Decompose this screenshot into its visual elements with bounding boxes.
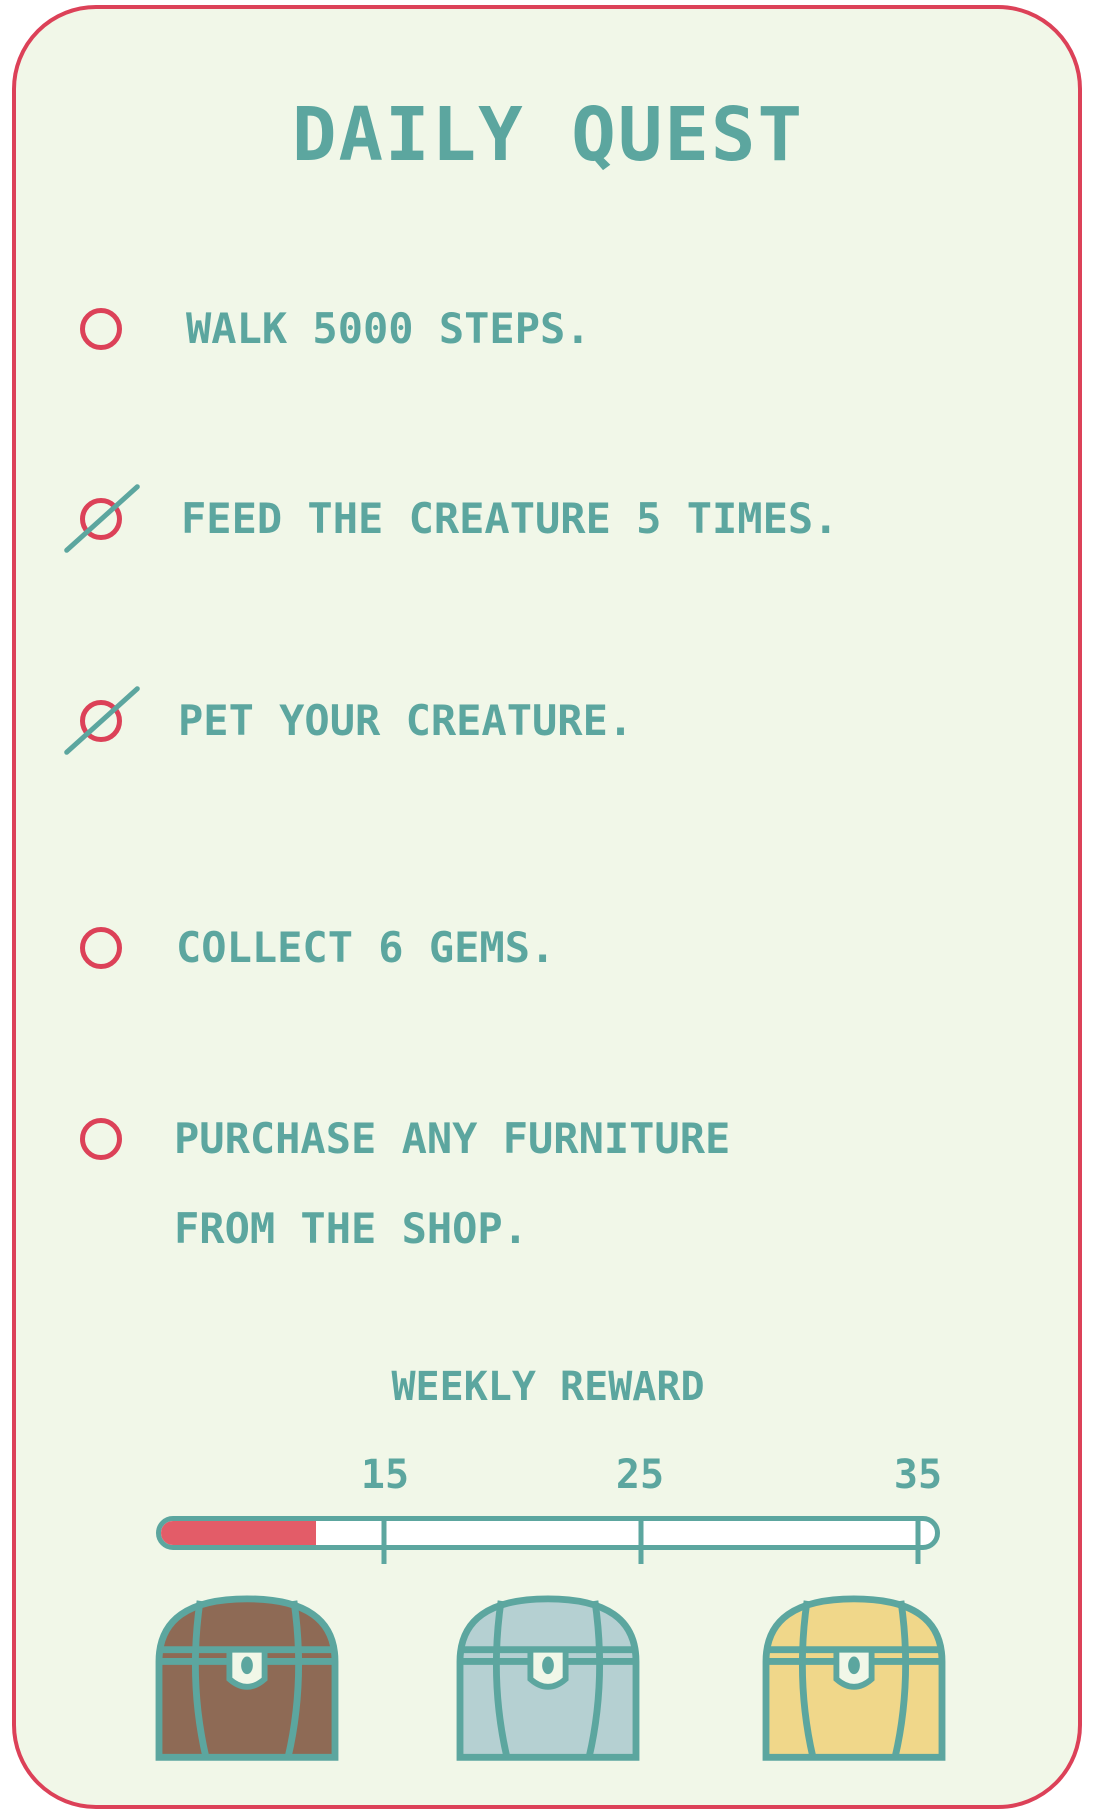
page-title: DAILY QUEST: [291, 92, 805, 178]
checkbox-circle-icon[interactable]: [80, 1118, 122, 1160]
quest-label: WALK 5000 STEPS.: [186, 304, 591, 353]
milestone-tick: [381, 1516, 387, 1564]
milestone-label: 15: [360, 1452, 410, 1498]
gold-chest-icon[interactable]: [755, 1593, 953, 1769]
quest-label: FEED THE CREATURE 5 TIMES.: [181, 494, 839, 543]
milestone-label: 35: [893, 1452, 943, 1498]
quest-item[interactable]: PET YOUR CREATURE.: [60, 685, 1040, 800]
checkbox-circle-icon[interactable]: [80, 927, 122, 969]
weekly-reward-title: WEEKLY REWARD: [391, 1364, 705, 1410]
milestone-tick: [638, 1516, 644, 1564]
bronze-chest-icon[interactable]: [148, 1593, 346, 1769]
quest-label: PET YOUR CREATURE.: [178, 696, 634, 745]
quest-label: COLLECT 6 GEMS.: [176, 923, 556, 972]
quest-item[interactable]: PURCHASE ANY FURNITURE FROM THE SHOP.: [60, 1114, 1040, 1298]
silver-chest-icon[interactable]: [449, 1593, 647, 1769]
milestone-label: 25: [615, 1452, 665, 1498]
milestone-tick: [915, 1516, 921, 1564]
quest-label: PURCHASE ANY FURNITURE FROM THE SHOP.: [174, 1114, 731, 1253]
quest-item[interactable]: COLLECT 6 GEMS.: [60, 923, 1040, 1027]
quest-item[interactable]: FEED THE CREATURE 5 TIMES.: [60, 483, 1040, 598]
quest-item[interactable]: WALK 5000 STEPS.: [60, 304, 1040, 408]
weekly-progress-fill: [161, 1521, 316, 1545]
checkbox-circle-icon[interactable]: [80, 308, 122, 350]
weekly-progress-bar: [156, 1516, 940, 1550]
